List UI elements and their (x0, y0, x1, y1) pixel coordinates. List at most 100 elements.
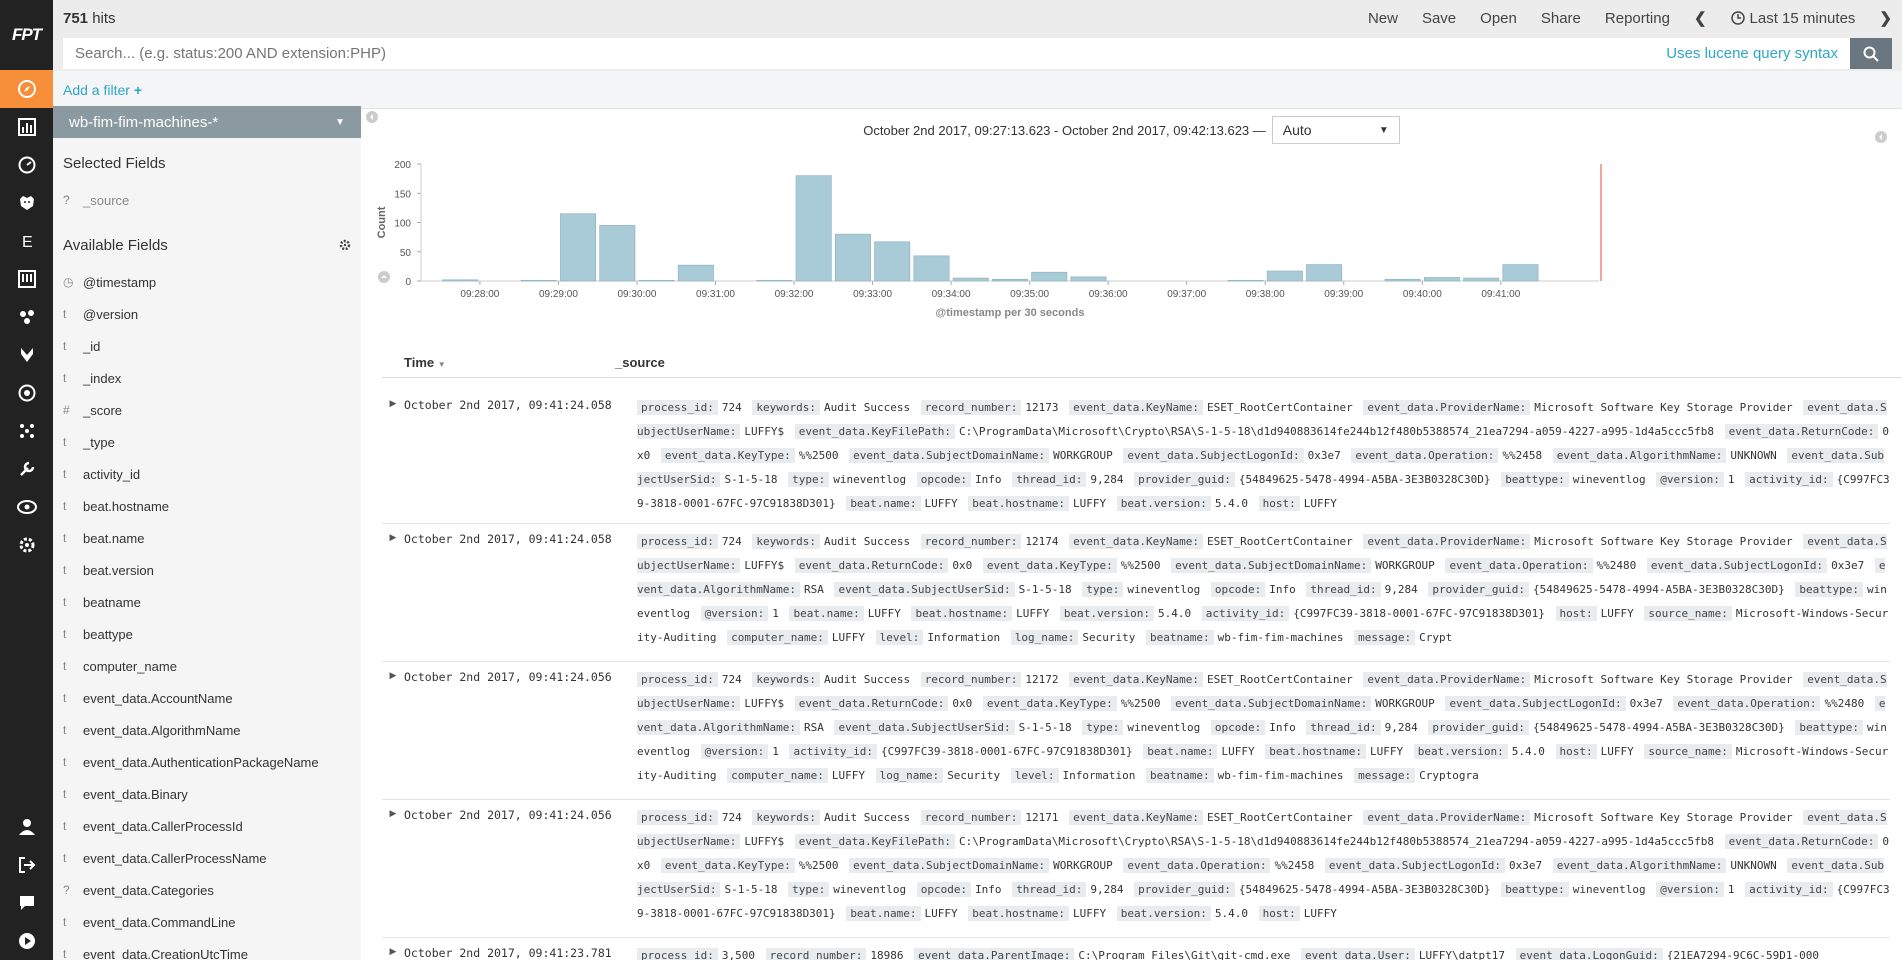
histogram-bar[interactable] (1227, 280, 1264, 282)
user-icon[interactable] (0, 808, 53, 846)
save-link[interactable]: Save (1422, 10, 1456, 27)
collapse-nav-icon[interactable] (0, 922, 53, 960)
row-source: process_id: 724 keywords: Audit Success re… (637, 662, 1890, 799)
field-item[interactable]: t @version (53, 298, 361, 330)
histogram-bar[interactable] (677, 264, 714, 282)
field-item[interactable]: t beat.hostname (53, 490, 361, 522)
new-link[interactable]: New (1368, 10, 1398, 27)
histogram-bar[interactable] (1306, 264, 1343, 282)
field-item[interactable]: t event_data.CreationUtcTime (53, 938, 361, 960)
time-column-header[interactable]: Time ▼ (382, 355, 615, 370)
field-item[interactable]: ◷ @timestamp (53, 266, 361, 298)
chart-legend-toggle-icon[interactable] (1874, 130, 1888, 144)
expand-row-icon[interactable]: ▶ (382, 800, 404, 937)
index-pattern-select[interactable]: wb-fim-fim-machines-* ▼ (53, 106, 361, 138)
apm-nav-icon[interactable] (0, 336, 53, 374)
field-item[interactable]: t computer_name (53, 650, 361, 682)
chat-icon[interactable] (0, 884, 53, 922)
histogram-bar[interactable] (1463, 277, 1500, 282)
graph-nav-icon[interactable] (0, 298, 53, 336)
table-row[interactable]: ▶ October 2nd 2017, 09:41:23.781 process_i… (382, 938, 1890, 960)
histogram-bar[interactable] (1070, 276, 1107, 282)
field-item[interactable]: t _type (53, 426, 361, 458)
histogram-bar[interactable] (992, 278, 1028, 282)
search-button[interactable] (1850, 38, 1892, 69)
app-logo[interactable]: FPT (0, 0, 53, 70)
histogram-bar[interactable] (1423, 277, 1460, 282)
ml-nav-icon[interactable] (0, 412, 53, 450)
watcher-nav-icon[interactable] (0, 488, 53, 526)
expand-row-icon[interactable]: ▶ (382, 662, 404, 799)
histogram-bar[interactable] (795, 175, 832, 282)
histogram-bar[interactable] (756, 280, 793, 282)
table-row[interactable]: ▶ October 2nd 2017, 09:41:24.056 process_i… (382, 800, 1890, 938)
histogram-bar[interactable] (1384, 278, 1421, 282)
table-row[interactable]: ▶ October 2nd 2017, 09:41:24.058 process_i… (382, 524, 1890, 662)
source-field-key: host: (1258, 906, 1300, 921)
histogram-bar[interactable] (442, 279, 479, 282)
source-field-key: computer_name: (727, 630, 828, 645)
time-picker[interactable]: Last 15 minutes (1730, 10, 1855, 27)
field-item[interactable]: t _index (53, 362, 361, 394)
expand-row-icon[interactable]: ▶ (382, 938, 404, 960)
histogram-chart[interactable]: 0 50 100 150 200 09:28:00 09:29:00 09:30:00 09:3… (371, 146, 1612, 326)
management-nav-icon[interactable] (0, 526, 53, 564)
interval-select[interactable]: Auto ▼ (1271, 116, 1400, 144)
open-link[interactable]: Open (1480, 10, 1517, 27)
histogram-bar[interactable] (834, 233, 871, 282)
histogram-bar[interactable] (913, 255, 950, 282)
canvas-nav-icon[interactable] (0, 260, 53, 298)
source-field-value: 3,500 (721, 949, 755, 960)
field-item[interactable]: t event_data.CallerProcessId (53, 810, 361, 842)
reporting-link[interactable]: Reporting (1605, 10, 1670, 27)
field-item[interactable]: ? _source (53, 184, 361, 216)
histogram-bar[interactable] (1266, 270, 1303, 282)
histogram-bar[interactable] (952, 277, 989, 282)
field-item[interactable]: # _score (53, 394, 361, 426)
timelion-nav-icon[interactable] (0, 184, 53, 222)
source-field: @version: 1 (1656, 882, 1735, 897)
field-item[interactable]: t event_data.Binary (53, 778, 361, 810)
lucene-syntax-link[interactable]: Uses lucene query syntax (1666, 45, 1838, 62)
field-item[interactable]: t activity_id (53, 458, 361, 490)
source-field-value: 9,284 (1090, 883, 1124, 896)
field-item[interactable]: t event_data.AuthenticationPackageName (53, 746, 361, 778)
logout-icon[interactable] (0, 846, 53, 884)
gear-icon[interactable] (339, 239, 351, 251)
histogram-bar[interactable] (638, 280, 675, 282)
share-link[interactable]: Share (1541, 10, 1581, 27)
field-item[interactable]: t event_data.AlgorithmName (53, 714, 361, 746)
expand-row-icon[interactable]: ▶ (382, 524, 404, 661)
search-input[interactable] (75, 45, 1667, 62)
histogram-bar[interactable] (1031, 271, 1068, 282)
histogram-bar[interactable] (1502, 264, 1539, 282)
histogram-bar[interactable] (520, 280, 557, 282)
field-item[interactable]: ? event_data.Categories (53, 874, 361, 906)
histogram-bar[interactable] (560, 213, 597, 282)
field-item[interactable]: t event_data.CallerProcessName (53, 842, 361, 874)
field-item[interactable]: t beattype (53, 618, 361, 650)
elastic-nav-icon[interactable]: E (0, 222, 53, 260)
table-row[interactable]: ▶ October 2nd 2017, 09:41:24.058 process_i… (382, 390, 1890, 524)
field-item[interactable]: t beat.name (53, 522, 361, 554)
expand-row-icon[interactable]: ▶ (382, 390, 404, 523)
discover-nav-icon[interactable] (0, 70, 53, 108)
source-field-value: Microsoft Software Key Storage Provider (1534, 673, 1793, 686)
time-back-chevron-icon[interactable]: ❮ (1694, 9, 1707, 27)
visualize-nav-icon[interactable] (0, 108, 53, 146)
dashboard-nav-icon[interactable] (0, 146, 53, 184)
histogram-bar[interactable] (874, 241, 911, 282)
devtools-nav-icon[interactable] (0, 450, 53, 488)
field-item[interactable]: t _id (53, 330, 361, 362)
table-row[interactable]: ▶ October 2nd 2017, 09:41:24.056 process_i… (382, 662, 1890, 800)
monitoring-nav-icon[interactable] (0, 374, 53, 412)
collapse-chart-icon[interactable] (377, 270, 391, 284)
add-filter-link[interactable]: Add a filter + (63, 82, 142, 98)
sort-caret-icon[interactable]: ▼ (438, 360, 446, 369)
field-item[interactable]: t beatname (53, 586, 361, 618)
histogram-bar[interactable] (599, 225, 636, 282)
field-item[interactable]: t event_data.CommandLine (53, 906, 361, 938)
field-item[interactable]: t beat.version (53, 554, 361, 586)
field-item[interactable]: t event_data.AccountName (53, 682, 361, 714)
time-forward-chevron-icon[interactable]: ❯ (1879, 9, 1892, 27)
